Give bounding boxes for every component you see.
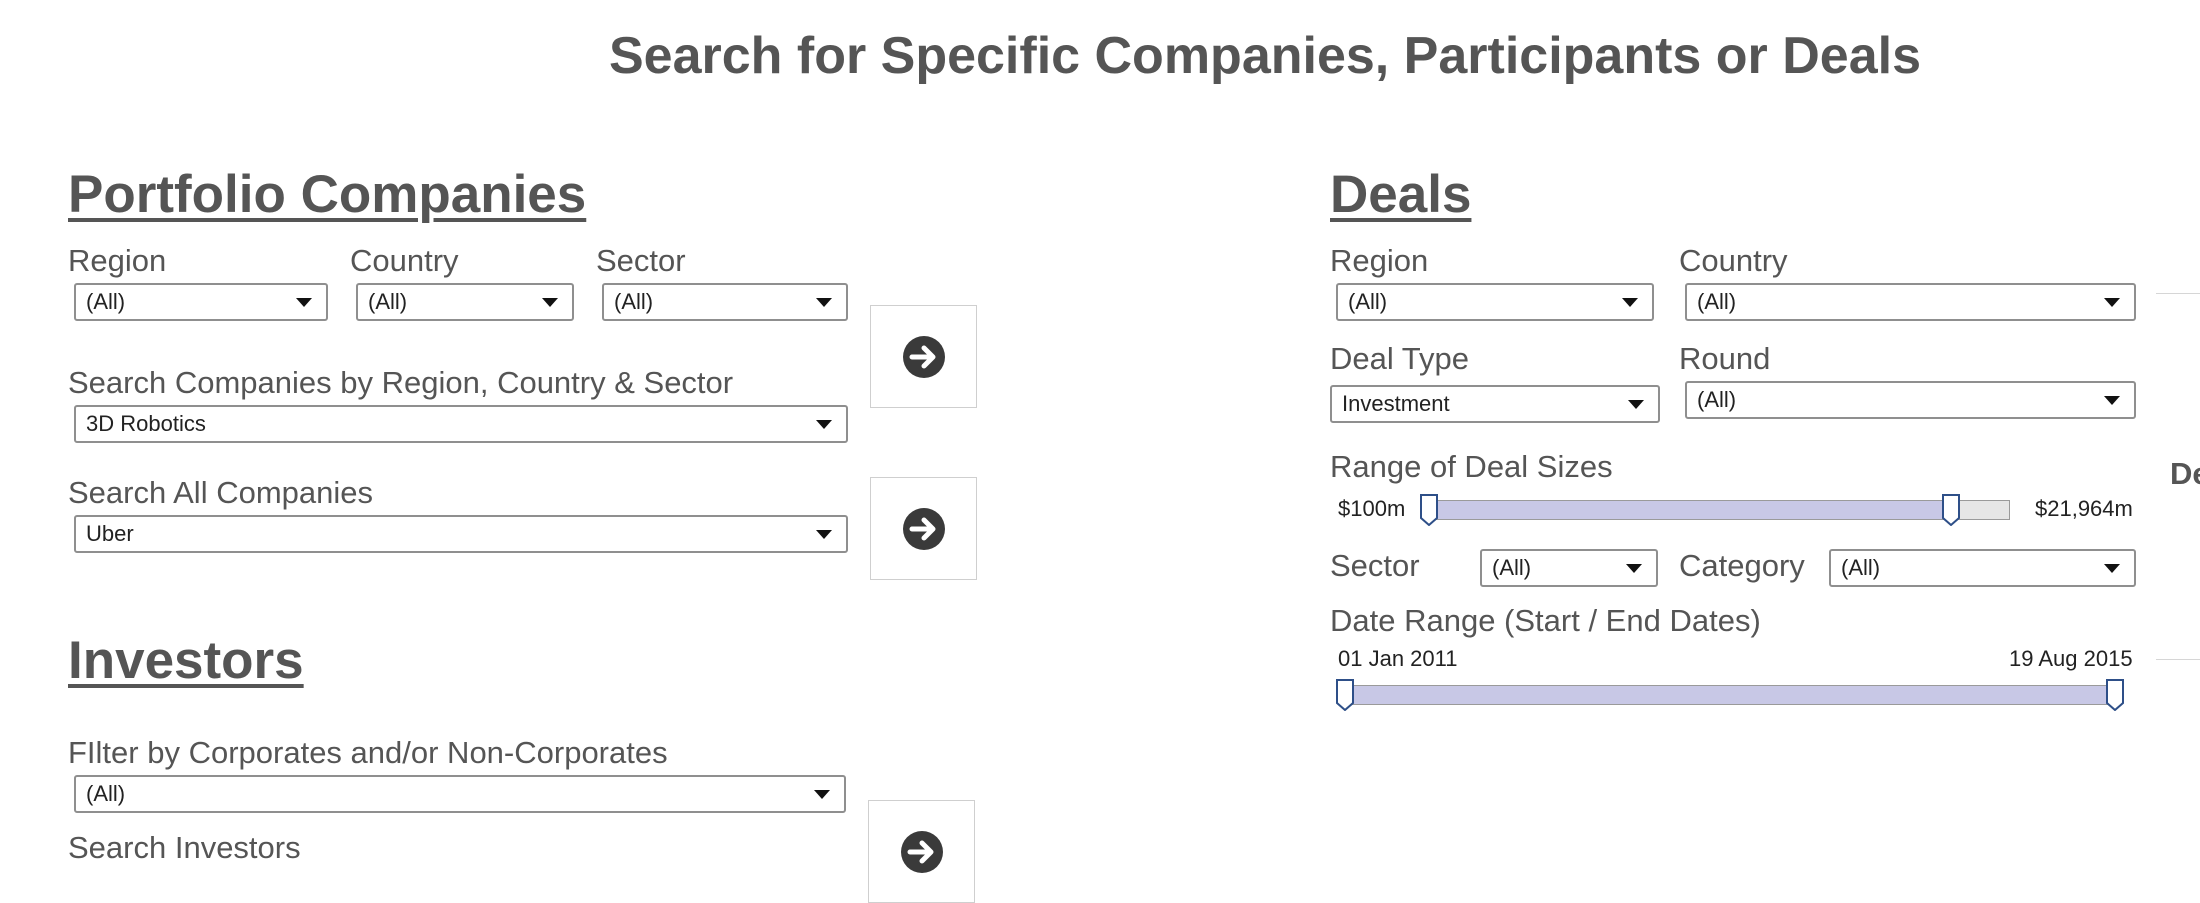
round-value: (All) xyxy=(1697,387,1737,412)
portfolio-sector-select[interactable]: (All) xyxy=(602,283,848,321)
deals-heading: Deals xyxy=(1330,165,1472,224)
search-companies-by-label: Search Companies by Region, Country & Se… xyxy=(68,365,734,400)
portfolio-country-value: (All) xyxy=(368,289,408,314)
search-investor-go-button[interactable] xyxy=(868,800,975,903)
chevron-down-icon xyxy=(2104,395,2120,405)
deals-region-select[interactable]: (All) xyxy=(1336,283,1654,321)
investor-filter-value: (All) xyxy=(86,781,126,806)
date-range-label: Date Range (Start / End Dates) xyxy=(1330,603,1761,638)
portfolio-sector-value: (All) xyxy=(614,289,654,314)
deals-country-value: (All) xyxy=(1697,289,1737,314)
search-all-companies-value: Uber xyxy=(86,521,134,546)
search-companies-by-value: 3D Robotics xyxy=(86,411,206,436)
arrow-circle-right-icon xyxy=(902,507,945,550)
search-all-companies-select[interactable]: Uber xyxy=(74,515,848,553)
arrow-circle-right-icon xyxy=(902,335,945,378)
date-range-slider-fill xyxy=(1341,686,2121,704)
search-companies-by-select[interactable]: 3D Robotics xyxy=(74,405,848,443)
investor-filter-select[interactable]: (All) xyxy=(74,775,846,813)
category-label: Category xyxy=(1679,548,1805,583)
round-select[interactable]: (All) xyxy=(1685,381,2136,419)
deals-sector-label: Sector xyxy=(1330,548,1420,583)
portfolio-region-value: (All) xyxy=(86,289,126,314)
deal-sizes-label: Range of Deal Sizes xyxy=(1330,449,1613,484)
date-range-start-label: 01 Jan 2011 xyxy=(1338,646,1458,671)
portfolio-country-select[interactable]: (All) xyxy=(356,283,574,321)
chevron-down-icon xyxy=(1628,399,1644,409)
search-all-companies-label: Search All Companies xyxy=(68,475,373,510)
deal-type-select[interactable]: Investment xyxy=(1330,385,1660,423)
deal-sizes-min-label: $100m xyxy=(1338,496,1406,521)
chevron-down-icon xyxy=(1622,297,1638,307)
deals-sector-select[interactable]: (All) xyxy=(1480,549,1658,587)
deals-sector-value: (All) xyxy=(1492,555,1532,580)
round-label: Round xyxy=(1679,341,1771,376)
chevron-down-icon xyxy=(1626,563,1642,573)
chevron-down-icon xyxy=(814,789,830,799)
slider-handle-icon[interactable] xyxy=(1942,494,1961,526)
investor-filter-label: FIlter by Corporates and/or Non-Corporat… xyxy=(68,735,668,770)
deal-sizes-max-label: $21,964m xyxy=(2035,496,2133,521)
deals-country-select[interactable]: (All) xyxy=(1685,283,2136,321)
date-range-slider[interactable] xyxy=(1340,685,2121,705)
chevron-down-icon xyxy=(542,297,558,307)
search-investors-label: Search Investors xyxy=(68,830,301,865)
deals-region-label: Region xyxy=(1330,243,1429,278)
divider-line xyxy=(2156,293,2200,294)
deal-size-slider[interactable] xyxy=(1424,500,2010,520)
chevron-down-icon xyxy=(816,297,832,307)
portfolio-filter-go-button[interactable] xyxy=(870,305,977,408)
portfolio-country-label: Country xyxy=(350,243,459,278)
slider-handle-icon[interactable] xyxy=(2106,679,2124,711)
investors-heading: Investors xyxy=(68,631,304,690)
deal-size-slider-fill xyxy=(1425,501,1953,519)
portfolio-region-select[interactable]: (All) xyxy=(74,283,328,321)
date-range-end-label: 19 Aug 2015 xyxy=(2009,646,2133,671)
chevron-down-icon xyxy=(296,297,312,307)
deal-type-value: Investment xyxy=(1342,391,1450,416)
category-select[interactable]: (All) xyxy=(1829,549,2136,587)
category-value: (All) xyxy=(1841,555,1881,580)
chevron-down-icon xyxy=(2104,563,2120,573)
portfolio-region-label: Region xyxy=(68,243,167,278)
cutoff-heading-text: De xyxy=(2170,456,2200,491)
deal-type-label: Deal Type xyxy=(1330,341,1470,376)
portfolio-companies-heading: Portfolio Companies xyxy=(68,165,587,224)
chevron-down-icon xyxy=(816,419,832,429)
chevron-down-icon xyxy=(816,529,832,539)
deals-country-label: Country xyxy=(1679,243,1788,278)
slider-handle-icon[interactable] xyxy=(1420,494,1438,526)
search-company-go-button[interactable] xyxy=(870,477,977,580)
page-title: Search for Specific Companies, Participa… xyxy=(608,27,1921,85)
chevron-down-icon xyxy=(2104,297,2120,307)
portfolio-sector-label: Sector xyxy=(596,243,686,278)
arrow-circle-right-icon xyxy=(900,830,943,873)
deals-region-value: (All) xyxy=(1348,289,1388,314)
slider-handle-icon[interactable] xyxy=(1336,679,1354,711)
divider-line xyxy=(2156,659,2200,660)
